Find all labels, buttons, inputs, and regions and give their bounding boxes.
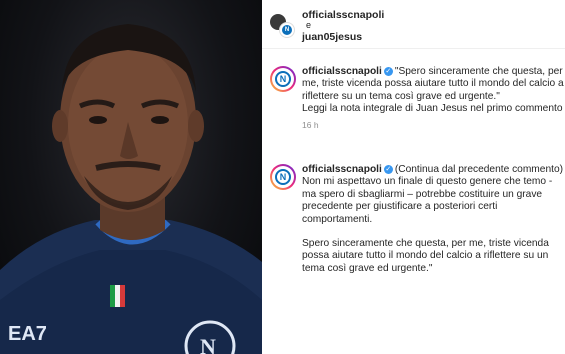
header-username-1[interactable]: officialsscnapoli: [302, 9, 384, 21]
napoli-logo-icon: N: [275, 169, 291, 185]
comment-avatar[interactable]: N: [270, 164, 296, 190]
napoli-logo-icon: N: [275, 71, 291, 87]
comment-timestamp[interactable]: 16 h: [302, 120, 319, 130]
svg-text:N: N: [200, 334, 216, 354]
comment-text-line: Leggi la nota integrale di Juan Jesus ne…: [302, 103, 563, 115]
header-username-2[interactable]: juan05jesus: [302, 31, 362, 43]
comment-avatar[interactable]: N: [270, 66, 296, 92]
comment-username[interactable]: officialsscnapoli: [302, 66, 382, 77]
comment-paragraph: officialsscnapoli ✓ (Continua dal preceden…: [302, 164, 564, 226]
player-portrait-image: EA7 N: [0, 24, 262, 354]
comment-body: officialsscnapoli ✓ "Spero sinceramente ch…: [302, 66, 564, 116]
verified-badge-icon: ✓: [383, 164, 393, 174]
instagram-post-view: EA7 N N officialsscnapoli e juan05jesus …: [0, 0, 565, 354]
header-conjunction: e: [306, 20, 312, 30]
jersey-sponsor-text: EA7: [8, 323, 47, 345]
collab-avatars[interactable]: N: [270, 10, 296, 38]
post-side-panel: N officialsscnapoli e juan05jesus N offi…: [262, 0, 565, 354]
post-photo[interactable]: EA7 N: [0, 0, 262, 354]
comment-username[interactable]: officialsscnapoli: [302, 164, 382, 175]
verified-badge-icon: ✓: [383, 66, 393, 76]
comment-paragraph: Spero sinceramente che questa, per me, t…: [302, 238, 564, 275]
avatar-officialsscnapoli[interactable]: N: [279, 22, 295, 38]
comment-body: officialsscnapoli ✓ (Continua dal preceden…: [302, 164, 564, 287]
comment-text-line: Spero sinceramente che questa, per me, t…: [302, 238, 549, 274]
post-header: N officialsscnapoli e juan05jesus: [262, 0, 565, 49]
